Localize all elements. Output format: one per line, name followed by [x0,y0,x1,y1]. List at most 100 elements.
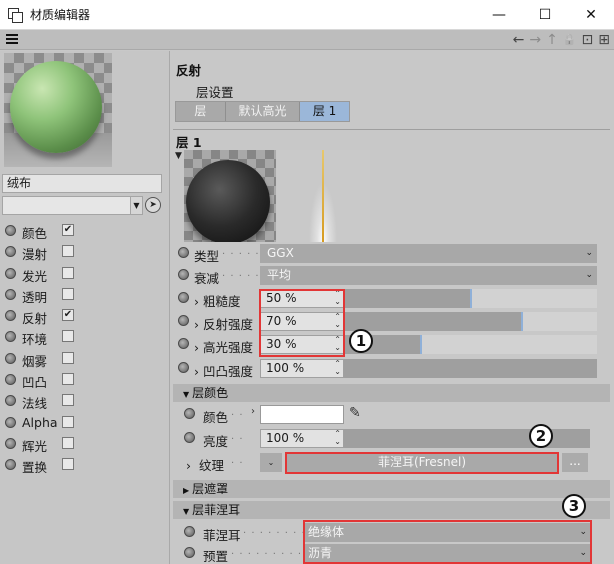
channel-dot-icon [5,246,16,258]
channel-filter-dropdown[interactable]: ▼ [2,196,143,215]
animate-dot-icon[interactable] [178,315,189,326]
pick-arrow-icon[interactable]: ➤ [145,197,161,213]
channel-label: 凹凸 [22,375,48,391]
animate-dot-icon[interactable] [184,432,195,443]
roughness-row: › 粗糙度 50 % ⌃ ⌄ [171,288,614,309]
collapse-chevron-icon[interactable]: ▼ [175,151,182,161]
channel-label: 反射 [22,311,48,327]
stepper-icon[interactable]: ⌃ ⌄ [334,360,341,376]
highlight-box-1 [259,289,345,357]
chevron-right-icon[interactable]: › [251,406,255,417]
channel-checkbox[interactable] [62,330,74,343]
channel-checkbox[interactable] [62,458,74,471]
specular-strength-label: › 高光强度 [194,340,253,355]
back-arrow-icon[interactable]: ← [513,31,525,49]
tab-default-specular[interactable]: 默认高光 [225,102,301,121]
channel-item[interactable]: 发光 [0,264,170,285]
texture-more-button[interactable]: ... [562,453,588,472]
forward-arrow-icon[interactable]: → [529,31,541,49]
channel-checkbox[interactable] [62,351,74,364]
tab-layer-1[interactable]: 层 1 [300,102,349,121]
channel-dot-icon [5,395,16,407]
pin-icon[interactable]: ⊞ [598,31,610,49]
attenuation-dropdown[interactable]: 平均 ⌄ [260,266,597,285]
layer-color-row: 颜色 . . › ✎ [171,404,614,425]
layer-title: 层 1 [176,135,202,150]
layer-color-swatch[interactable] [260,405,344,424]
channel-checkbox[interactable] [62,245,74,258]
channel-item[interactable]: 凹凸 [0,370,170,391]
up-arrow-icon[interactable]: ↑ [546,31,558,49]
new-window-icon[interactable]: ⊡ [582,31,594,49]
channel-item[interactable]: 法线 [0,391,170,412]
channel-dot-icon [5,331,16,343]
channel-checkbox[interactable] [62,436,74,449]
roughness-slider[interactable] [344,289,597,308]
layer-fresnel-group-header[interactable]: ▼ 层菲涅耳 [173,501,610,519]
animate-dot-icon[interactable] [178,292,189,303]
bump-strength-slider[interactable] [344,359,597,378]
type-dropdown[interactable]: GGX ⌄ [260,244,597,263]
channel-item[interactable]: 反射 ✔ [0,306,170,327]
attenuation-row: 衰减 . . . . . . 平均 ⌄ [171,265,614,286]
tab-layers[interactable]: 层 [176,102,226,121]
channel-item[interactable]: Alpha [0,413,170,434]
highlight-box-3 [303,520,592,564]
left-panel: 绒布 ▼ ➤ 颜色 ✔ 漫射 发光 透明反射 ✔ 环境 烟雾凹凸 法线 Alpha 辉光 置换 [0,51,170,564]
channel-checkbox[interactable]: ✔ [62,309,74,322]
channel-item[interactable]: 漫射 [0,242,170,263]
animate-dot-icon[interactable] [178,247,189,258]
channel-item[interactable]: 置换 [0,455,170,476]
minimize-button[interactable]: — [476,0,522,30]
layer-color-group-header[interactable]: ▼ 层颜色 [173,384,610,402]
collapse-triangle-icon: ▼ [183,507,190,516]
roughness-label: › 粗糙度 [194,294,241,309]
lock-icon[interactable]: 🔒 [563,31,577,49]
channel-item[interactable]: 辉光 [0,434,170,455]
layer-mask-group-header[interactable]: ▶ 层遮罩 [173,480,610,498]
channel-dot-icon [5,225,16,236]
channel-dot-icon [5,437,16,449]
callout-badge-1: 1 [349,329,373,353]
hamburger-menu-icon[interactable] [6,34,18,45]
callout-badge-2: 2 [529,424,553,448]
animate-dot-icon[interactable] [178,269,189,280]
channel-item[interactable]: 透明 [0,285,170,306]
channel-item[interactable]: 环境 [0,327,170,348]
layer-preview [184,150,276,242]
bump-strength-label: › 凹凸强度 [194,364,253,379]
channel-checkbox[interactable] [62,373,74,386]
animate-dot-icon[interactable] [184,408,195,419]
maximize-button[interactable]: ☐ [522,0,568,30]
bump-strength-input[interactable]: 100 % ⌃ ⌄ [260,359,344,378]
slider-fill [420,335,597,354]
animate-dot-icon[interactable] [184,526,195,537]
stepper-icon[interactable]: ⌃ ⌄ [334,430,341,446]
channel-checkbox[interactable] [62,266,74,279]
animate-dot-icon[interactable] [178,362,189,373]
brightness-input[interactable]: 100 % ⌃ ⌄ [260,429,344,448]
animate-dot-icon[interactable] [184,547,195,558]
material-preview[interactable] [4,53,112,167]
texture-dropdown[interactable]: ⌄ [260,453,282,472]
close-button[interactable]: ✕ [568,0,614,30]
reflect-strength-row: › 反射强度 70 % ⌃ ⌄ [171,311,614,332]
reflect-strength-slider[interactable] [344,312,597,331]
chevron-down-icon: ⌄ [585,270,593,280]
animate-dot-icon[interactable] [178,338,189,349]
channel-item[interactable]: 颜色 ✔ [0,221,170,242]
channel-checkbox[interactable]: ✔ [62,224,74,236]
channel-checkbox[interactable] [62,394,74,407]
brightness-label: 亮度 [203,434,229,449]
specular-strength-slider[interactable] [344,335,597,354]
channel-checkbox[interactable] [62,287,74,300]
channel-item[interactable]: 烟雾 [0,349,170,370]
eyedropper-icon[interactable]: ✎ [349,405,361,421]
channel-label: 辉光 [22,438,48,454]
material-name-field[interactable]: 绒布 [2,174,162,193]
channel-checkbox[interactable] [62,415,74,428]
brightness-slider[interactable] [344,429,590,448]
nav-icons: ← → ↑ 🔒 ⊡ ⊞ [513,31,610,49]
layer-preview-sphere [186,160,270,242]
channel-dot-icon [5,352,16,364]
